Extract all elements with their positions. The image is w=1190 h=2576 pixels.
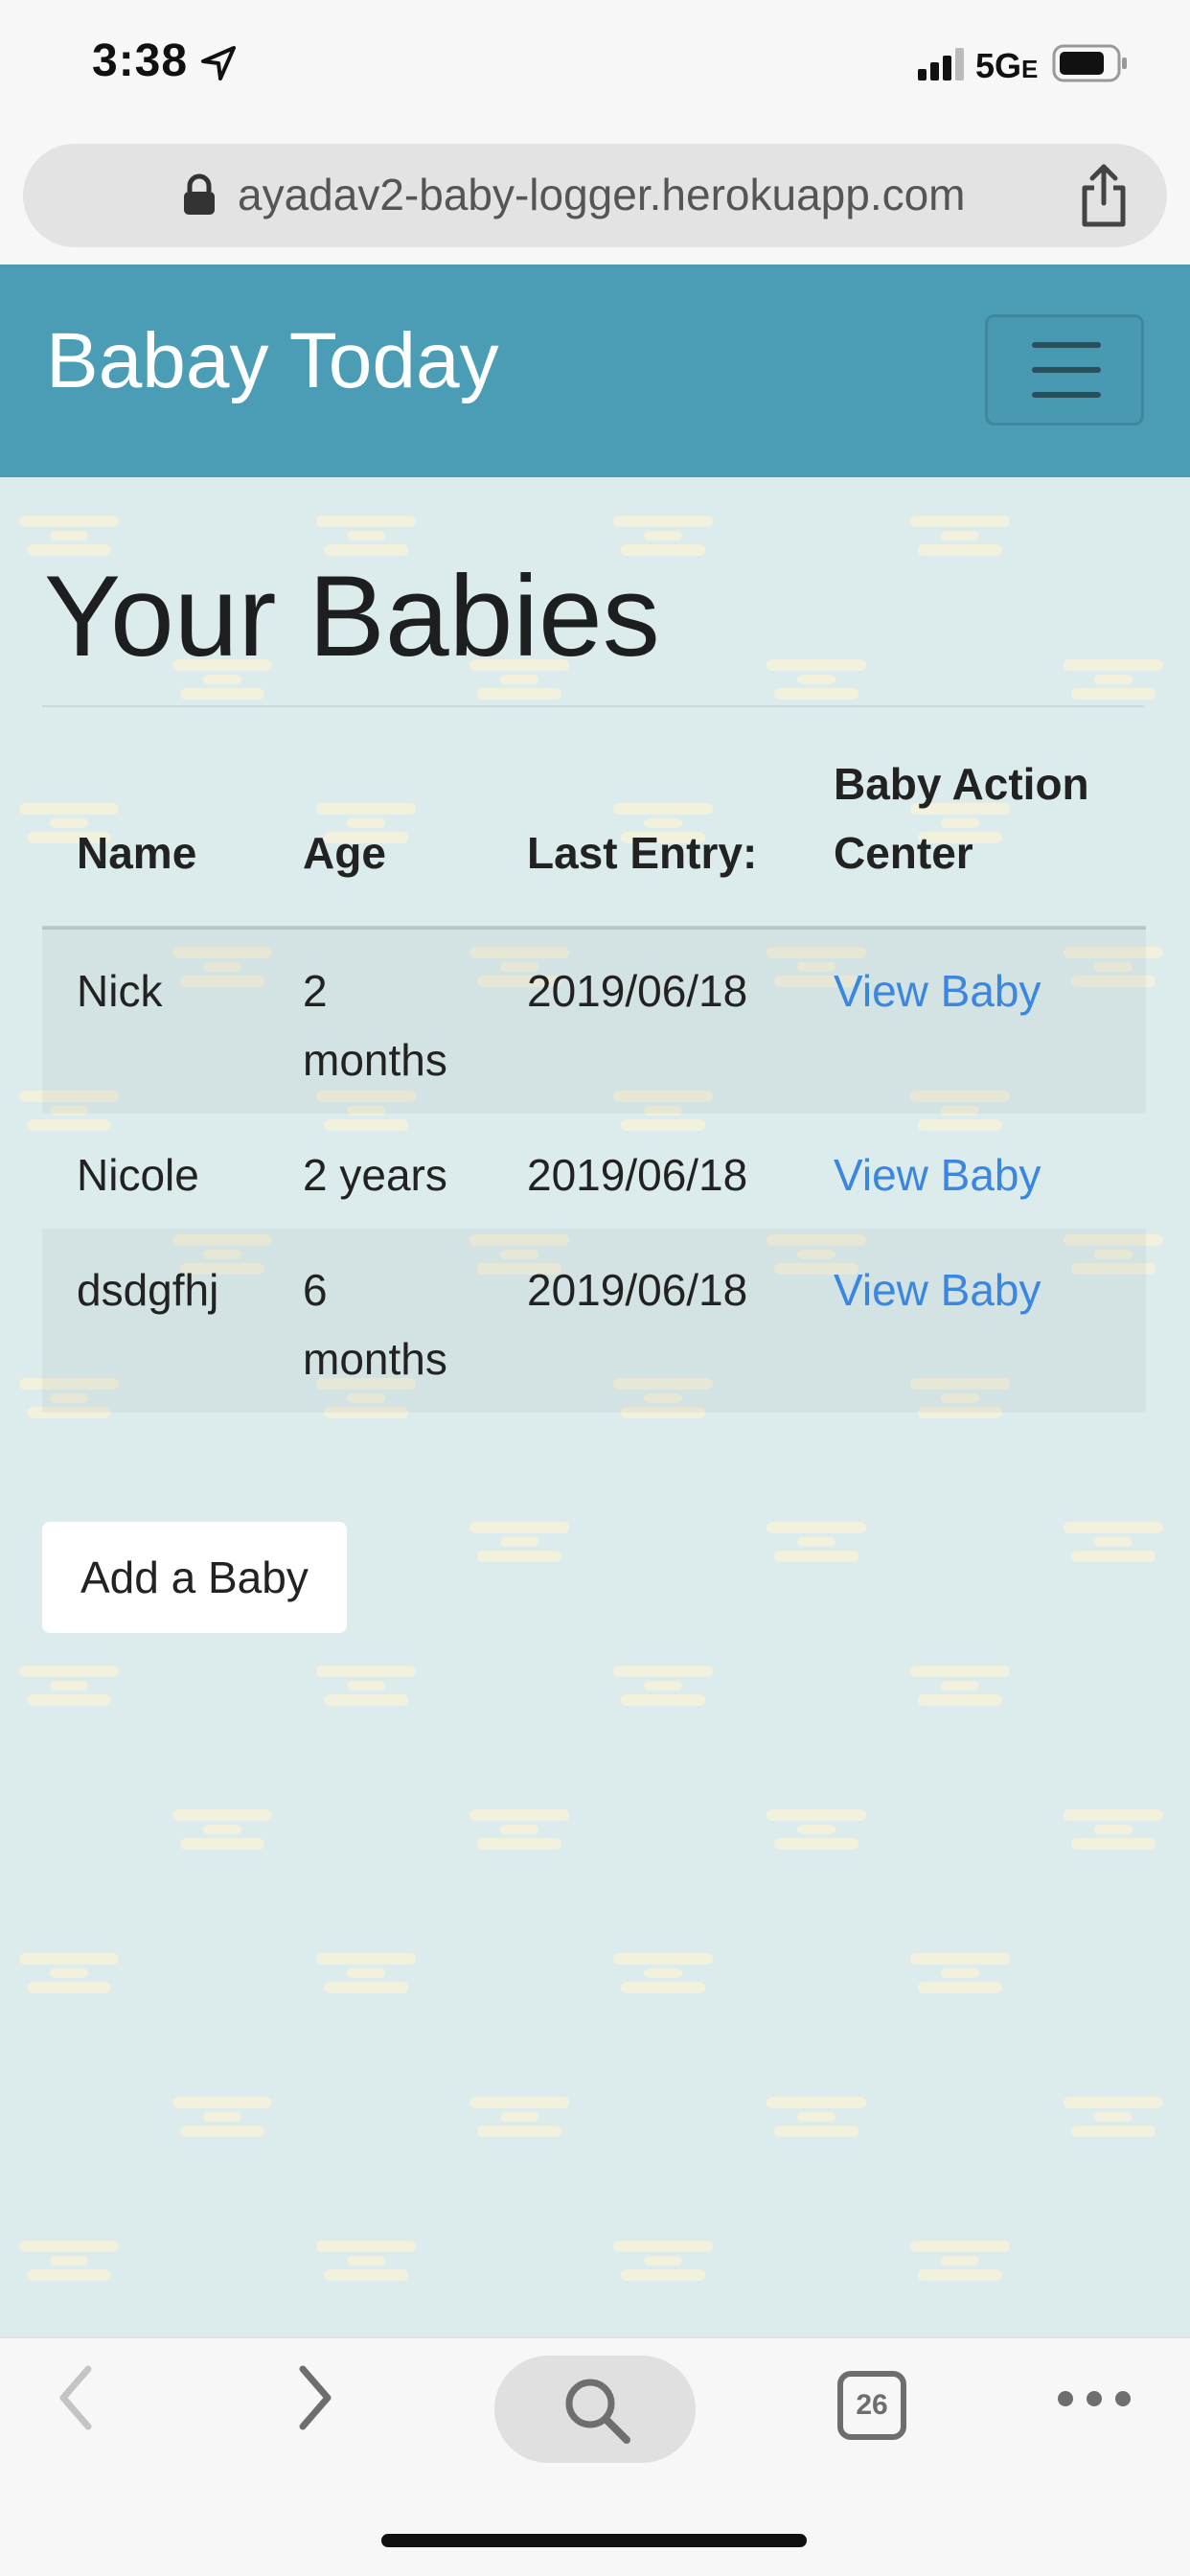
column-header-action: Baby Action Center: [799, 738, 1146, 930]
network-label: 5GE: [975, 46, 1038, 86]
page-title: Your Babies: [44, 552, 660, 680]
home-indicator: [381, 2534, 807, 2547]
share-icon[interactable]: [1073, 161, 1134, 230]
baby-last-entry: 2019/06/18: [527, 1150, 748, 1200]
chevron-right-icon[interactable]: [287, 2359, 341, 2436]
search-button[interactable]: [494, 2356, 696, 2463]
action-cell: View Baby: [799, 1114, 1146, 1229]
baby-age: 6 months: [268, 1229, 492, 1413]
table-row: Nick 2 months 2019/06/18 View Baby: [42, 928, 1146, 1114]
title-divider: [42, 705, 1144, 707]
app-navbar: Babay Today: [0, 264, 1190, 477]
babies-table: Name Age Last Entry: Baby Action Center …: [42, 738, 1146, 1413]
search-icon: [565, 2379, 630, 2444]
chevron-left-icon[interactable]: [50, 2359, 103, 2436]
signal-icon: [918, 48, 964, 80]
table-header-row: Name Age Last Entry: Baby Action Center: [42, 738, 1146, 930]
location-arrow-icon: [201, 46, 236, 80]
lock-icon: [184, 173, 215, 215]
network-type: 5G: [975, 46, 1022, 85]
view-baby-link[interactable]: View Baby: [834, 1150, 1041, 1200]
tabs-icon[interactable]: 26: [837, 2371, 906, 2440]
view-baby-link[interactable]: View Baby: [834, 966, 1041, 1016]
column-header-last-entry: Last Entry:: [492, 738, 799, 930]
more-icon[interactable]: [1054, 2384, 1134, 2413]
baby-name: Nick: [42, 928, 268, 1114]
column-header-age: Age: [268, 738, 492, 930]
status-bar: 3:38 5GE: [0, 0, 1190, 134]
main-content: Your Babies Name Age Last Entry: Baby Ac…: [0, 477, 1190, 2336]
status-time: 3:38: [92, 35, 189, 86]
network-suffix: E: [1021, 55, 1039, 83]
hamburger-menu-icon: [1032, 342, 1101, 348]
menu-toggle-button[interactable]: [985, 314, 1144, 426]
baby-age: 2 months: [268, 928, 492, 1114]
action-cell: View Baby: [799, 1229, 1146, 1413]
hamburger-menu-icon: [1032, 392, 1101, 398]
action-cell: View Baby: [799, 928, 1146, 1114]
table-row: dsdgfhj 6 months 2019/06/18 View Baby: [42, 1229, 1146, 1413]
baby-name: dsdgfhj: [42, 1229, 268, 1413]
table-row: Nicole 2 years 2019/06/18 View Baby: [42, 1114, 1146, 1229]
baby-age: 2 years: [303, 1150, 447, 1200]
baby-last-entry: 2019/06/18: [492, 1229, 799, 1413]
view-baby-link[interactable]: View Baby: [834, 1265, 1041, 1315]
hamburger-menu-icon: [1032, 367, 1101, 373]
column-header-name: Name: [42, 738, 268, 930]
url-text[interactable]: ayadav2-baby-logger.herokuapp.com: [238, 169, 966, 220]
brand-link[interactable]: Babay Today: [46, 316, 499, 406]
baby-last-entry: 2019/06/18: [492, 928, 799, 1114]
address-bar[interactable]: ayadav2-baby-logger.herokuapp.com: [23, 144, 1167, 247]
baby-name: Nicole: [77, 1150, 199, 1200]
add-baby-button[interactable]: Add a Baby: [42, 1522, 347, 1633]
battery-icon: [1052, 44, 1127, 82]
